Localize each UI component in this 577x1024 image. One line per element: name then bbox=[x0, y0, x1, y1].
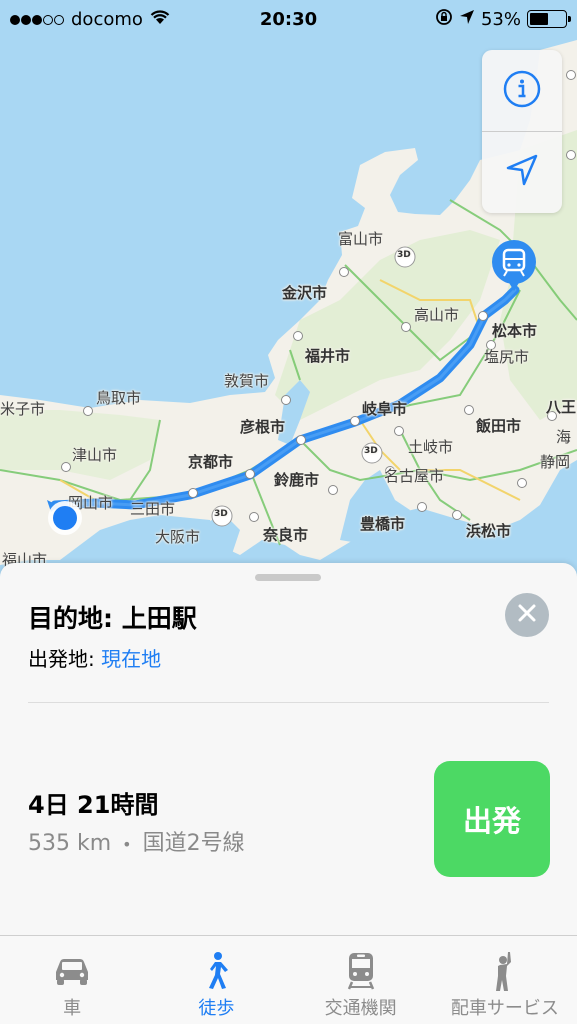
route-name: 国道2号線 bbox=[142, 831, 245, 856]
city-label-yonago: 米子市 bbox=[0, 400, 46, 418]
road-badge: 3D bbox=[397, 250, 411, 260]
city-label-suzuka: 鈴鹿市 bbox=[274, 471, 320, 489]
city-dot bbox=[281, 395, 291, 405]
map-controls-panel bbox=[482, 50, 562, 213]
city-label-kyoto: 京都市 bbox=[188, 453, 234, 471]
city-dot bbox=[245, 469, 255, 479]
current-location-button[interactable] bbox=[482, 131, 562, 212]
tab-label: 配車サービス bbox=[450, 998, 559, 1019]
city-dot bbox=[417, 502, 427, 512]
city-label-hachioji: 八王 bbox=[546, 398, 577, 416]
city-dot bbox=[296, 435, 306, 445]
city-dot bbox=[452, 510, 462, 520]
city-label-sanda: 三田市 bbox=[130, 500, 176, 518]
battery-percentage: 53% bbox=[480, 8, 521, 30]
city-label-tsuyama: 津山市 bbox=[72, 446, 118, 464]
card-drag-handle[interactable] bbox=[255, 574, 321, 581]
signal-strength-icon bbox=[10, 9, 65, 30]
city-dot bbox=[339, 267, 349, 277]
city-dot bbox=[61, 462, 71, 472]
city-label-nagoya: 名古屋市 bbox=[384, 467, 445, 485]
city-dot bbox=[566, 150, 576, 160]
city-label-tsuruga: 敦賀市 bbox=[224, 372, 270, 390]
city-label-umi: 海 bbox=[556, 428, 572, 446]
road-badge: 3D bbox=[214, 509, 228, 519]
city-label-hikone: 彦根市 bbox=[240, 418, 286, 436]
road-badge: 3D bbox=[364, 446, 378, 456]
city-dot bbox=[350, 416, 360, 426]
walk-icon bbox=[201, 948, 231, 994]
city-label-toyohashi: 豊橋市 bbox=[360, 515, 406, 533]
origin-link[interactable]: 現在地 bbox=[101, 647, 161, 671]
city-dot bbox=[249, 512, 259, 522]
city-dot bbox=[188, 488, 198, 498]
route-separator: • bbox=[122, 835, 132, 854]
battery-icon bbox=[527, 10, 571, 28]
route-details: 535 km • 国道2号線 bbox=[28, 825, 245, 857]
route-duration: 4日 21時間 bbox=[28, 791, 159, 819]
car-icon bbox=[52, 948, 92, 994]
city-dot bbox=[328, 485, 338, 495]
city-label-toyama: 富山市 bbox=[338, 230, 384, 248]
city-label-takayama: 高山市 bbox=[414, 306, 460, 324]
city-dot bbox=[478, 311, 488, 321]
tab-car[interactable]: 車 bbox=[0, 936, 144, 1024]
tab-ride-hail[interactable]: 配車サービス bbox=[433, 936, 577, 1024]
city-dot bbox=[517, 478, 527, 488]
city-label-hamamatsu: 浜松市 bbox=[466, 522, 512, 540]
destination-station-pin[interactable] bbox=[489, 237, 539, 293]
ride-hail-icon bbox=[490, 948, 520, 994]
city-label-gifu: 岐阜市 bbox=[362, 400, 408, 418]
tab-label: 徒歩 bbox=[198, 998, 235, 1019]
city-label-toki: 土岐市 bbox=[408, 438, 454, 456]
close-button[interactable] bbox=[505, 593, 549, 637]
origin-row: 出発地: 現在地 bbox=[28, 643, 161, 672]
status-bar: docomo 20:30 53% bbox=[0, 0, 577, 38]
origin-prefix: 出発地: bbox=[28, 647, 102, 671]
city-dot bbox=[293, 331, 303, 341]
train-icon bbox=[346, 948, 376, 994]
current-location-marker[interactable] bbox=[45, 498, 85, 538]
location-services-icon bbox=[459, 9, 475, 30]
wifi-icon bbox=[149, 9, 171, 30]
go-button[interactable]: 出発 bbox=[434, 761, 550, 877]
route-distance: 535 km bbox=[28, 831, 112, 856]
city-dot bbox=[394, 426, 404, 436]
transport-mode-tabbar: 車 徒歩 交通機関 配車サービス bbox=[0, 935, 577, 1024]
tab-label: 車 bbox=[63, 998, 82, 1019]
city-label-iida: 飯田市 bbox=[476, 417, 522, 435]
city-label-shizuoka: 静岡 bbox=[540, 453, 571, 471]
city-label-kanazawa: 金沢市 bbox=[282, 284, 328, 302]
close-icon bbox=[517, 603, 537, 627]
orientation-lock-icon bbox=[435, 8, 453, 31]
info-button[interactable] bbox=[482, 50, 562, 131]
directions-card: 目的地: 上田駅 出発地: 現在地 4日 21時間 535 km • 国道2号線… bbox=[0, 563, 577, 935]
city-label-tottori: 鳥取市 bbox=[96, 389, 142, 407]
city-label-matsumoto: 松本市 bbox=[492, 322, 538, 340]
city-label-osaka: 大阪市 bbox=[155, 528, 201, 546]
tab-label: 交通機関 bbox=[324, 998, 397, 1019]
info-icon bbox=[502, 69, 542, 113]
location-arrow-icon bbox=[504, 152, 540, 192]
city-dot bbox=[464, 405, 474, 415]
city-dot bbox=[401, 322, 411, 332]
destination-title: 目的地: 上田駅 bbox=[28, 604, 197, 633]
city-label-nara: 奈良市 bbox=[263, 526, 309, 544]
tab-walk[interactable]: 徒歩 bbox=[144, 936, 288, 1024]
city-label-fukui: 福井市 bbox=[305, 347, 351, 365]
city-dot bbox=[566, 70, 576, 80]
tab-transit[interactable]: 交通機関 bbox=[289, 936, 433, 1024]
city-dot bbox=[83, 406, 93, 416]
city-label-shiojiri: 塩尻市 bbox=[484, 348, 530, 366]
divider bbox=[28, 702, 549, 703]
carrier-name: docomo bbox=[71, 8, 143, 30]
